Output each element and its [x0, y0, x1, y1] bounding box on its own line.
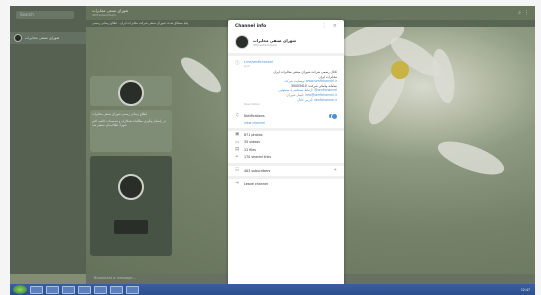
channel-info-block: ⓘ t.me/senfichannel Link کانال رسمی شرکت… [228, 56, 344, 112]
close-icon[interactable]: × [333, 23, 337, 29]
media-count: 12 files [244, 147, 256, 152]
windows-taskbar: 12:47 [10, 284, 535, 295]
subscribers-label: 403 subscribers [244, 168, 271, 173]
more-icon[interactable]: ⋮ [322, 23, 327, 29]
media-files-row[interactable]: ▤ 12 files [228, 146, 344, 154]
start-button[interactable] [13, 285, 27, 294]
dialog-title: Channel info [235, 23, 267, 29]
info-icon: ⓘ [235, 61, 240, 66]
channel-name: شورای صنفی مخابرات [253, 37, 296, 43]
telegram-window: Search شورای صنفی مخابرات شورای صنفی مخا… [10, 6, 535, 284]
media-videos-row[interactable]: ▭ 35 videos [228, 138, 344, 146]
subscribers-row[interactable]: ☷ 403 subscribers + [228, 166, 344, 176]
add-subscriber-icon[interactable]: + [333, 168, 337, 173]
notifications-toggle[interactable] [329, 112, 338, 120]
leave-channel-row[interactable]: ⇥ Leave channel [228, 179, 344, 189]
channel-avatar[interactable] [235, 35, 249, 49]
taskbar-app-icon[interactable] [62, 285, 75, 294]
users-icon: ☷ [235, 168, 240, 174]
channel-subscribers: 403 subscribers [253, 42, 277, 47]
taskbar-app-icon[interactable] [94, 285, 107, 294]
channel-summary: شورای صنفی مخابرات 403 subscribers [228, 32, 344, 53]
leave-channel-label: Leave channel [244, 181, 268, 186]
taskbar-app-icon[interactable] [126, 285, 139, 294]
link-icon: ⚭ [235, 154, 239, 160]
media-count: 170 shared links [244, 155, 272, 159]
video-icon: ▭ [235, 139, 240, 145]
dialog-header: Channel info ⋮ × [228, 20, 344, 32]
media-count: 35 videos [244, 140, 260, 144]
media-links-row[interactable]: ⚭ 170 shared links [228, 153, 344, 161]
leave-icon: ⇥ [235, 181, 239, 187]
notifications-row[interactable]: ♫ Notifications [228, 112, 344, 120]
view-channel-link[interactable]: view channel [228, 120, 344, 128]
file-icon: ▤ [235, 147, 240, 152]
taskbar-app-icon[interactable] [46, 285, 59, 294]
notifications-label: Notifications [244, 113, 265, 118]
taskbar-app-icon[interactable] [30, 285, 43, 294]
taskbar-app-icon[interactable] [110, 285, 123, 294]
media-count: 871 photos [244, 132, 263, 137]
description-label: Description [244, 102, 260, 107]
taskbar-clock[interactable]: 12:47 [521, 288, 530, 292]
media-photos-row[interactable]: ▣ 871 photos [228, 131, 344, 139]
photo-icon: ▣ [235, 132, 240, 137]
taskbar-app-icon[interactable] [78, 285, 91, 294]
bell-icon: ♫ [235, 113, 240, 119]
channel-info-dialog: Channel info ⋮ × شورای صنفی مخابرات 403 … [228, 20, 344, 284]
channel-description: کانال رسمی شرکت شورای صنفی مخابرات ایران… [244, 70, 337, 107]
link-label: Link [244, 64, 250, 68]
